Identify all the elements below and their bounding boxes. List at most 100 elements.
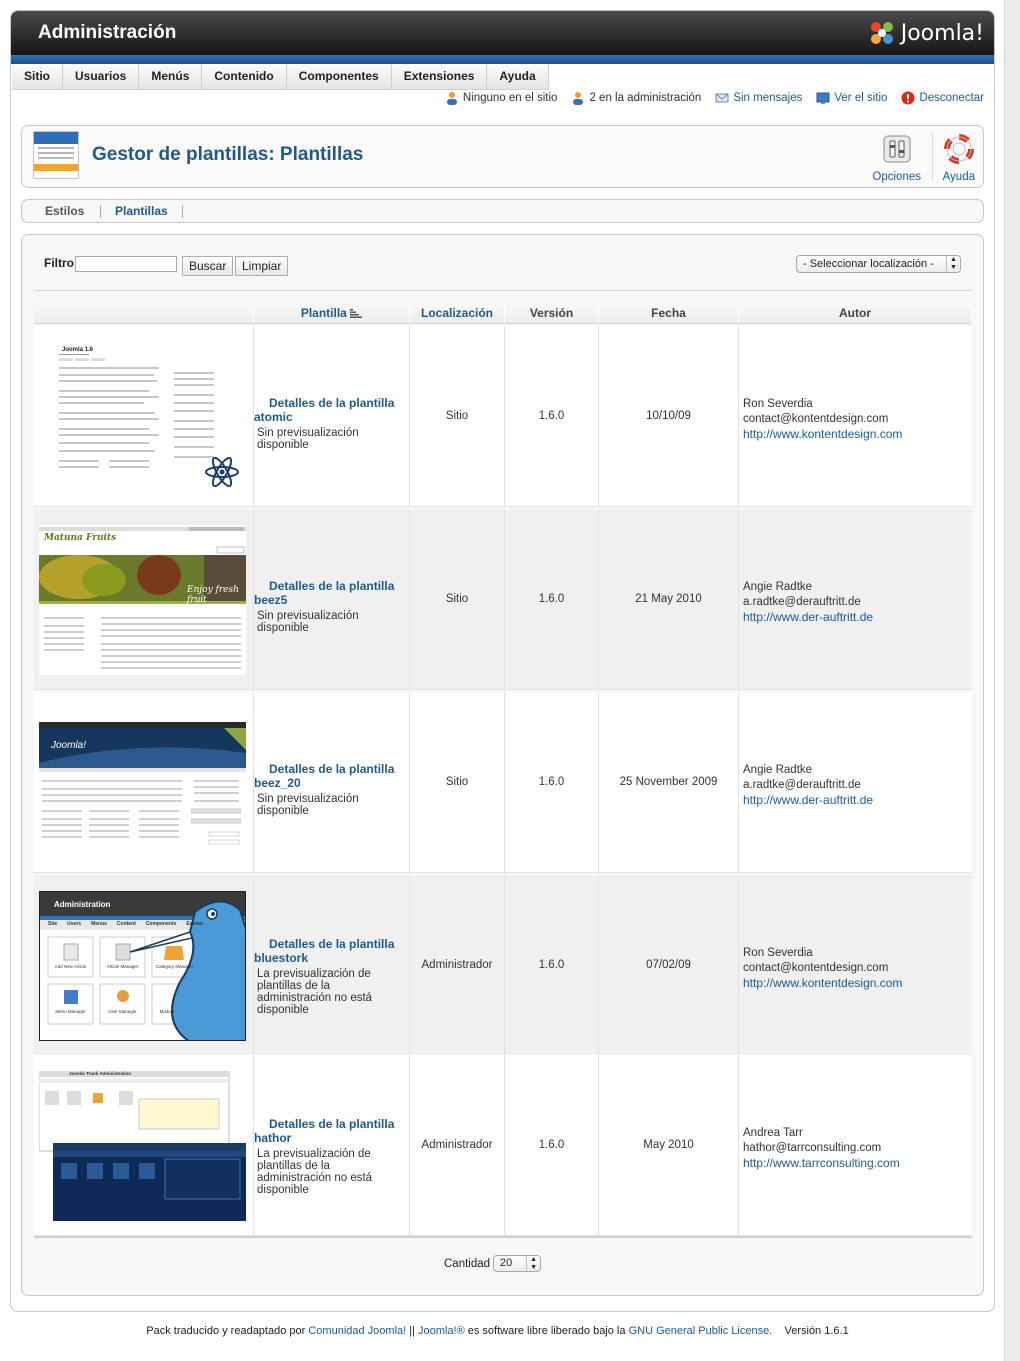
monitor-icon [816,92,830,104]
logo-text: Joomla! [900,20,984,46]
template-details-link[interactable]: Detalles de la plantilla atomic [254,396,409,424]
date-cell: 25 November 2009 [599,692,739,873]
menu-item-extensiones[interactable]: Extensiones [392,64,488,90]
th-template[interactable]: Plantilla [254,302,410,324]
menu-item-sitio[interactable]: Sitio [12,64,63,90]
template-thumbnail-beez20[interactable]: Joomla! [39,708,246,858]
joomla-logo[interactable]: Joomla! [867,18,984,48]
table-row: Administration Site Users Menus Content … [34,875,972,1056]
version-cell: 1.6.0 [505,875,599,1056]
page-title: Gestor de plantillas: Plantillas [92,144,364,165]
header-accent-bar [11,55,994,64]
date-text: 25 November 2009 [619,776,718,788]
menu-item-menus[interactable]: Menús [139,64,203,90]
template-thumbnail-beez5[interactable]: Matuna Fruits Enjoy fresh fruit [39,525,246,675]
thumb-atomic-title: Joomla 1.6 [62,347,94,353]
menu-item-componentes[interactable]: Componentes [287,64,392,90]
location-text: Sitio [445,410,469,422]
view-site-link[interactable]: Ver el sitio [816,91,887,105]
site-users-status: Ninguno en el sitio [445,91,557,105]
author-email: hathor@tarrconsulting.com [743,1142,882,1154]
thumb-beez5-tagline: Enjoy fresh fruit [187,585,239,605]
search-button[interactable]: Buscar [182,256,234,276]
tab-estilos[interactable]: Estilos [45,204,84,218]
thumb-icon-label: User Manager [108,1009,137,1014]
limit-value: 20 [500,1257,513,1269]
help-button[interactable]: Ayuda [943,134,975,183]
options-button[interactable]: Opciones [872,134,921,183]
menu-item-usuarios[interactable]: Usuarios [63,64,140,90]
author-name: Andrea Tarr [743,1127,803,1139]
tab-separator [182,205,183,218]
author-name: Ron Severdia [743,398,813,410]
author-name: Angie Radtke [743,764,813,776]
location-cell: Sitio [410,326,505,507]
template-details-link[interactable]: Detalles de la plantilla bluestork [254,937,409,965]
template-details: Detalles de la plantilla hathor La previ… [254,1117,409,1196]
table-row: Joomla 1.6 Detalles de la plantilla atom… [34,326,972,507]
thumb-icon-label: Module [159,1009,175,1014]
date-text: May 2010 [643,1139,694,1151]
author-url-link[interactable]: http://www.kontentdesign.com [743,427,902,441]
community-link[interactable]: Comunidad Joomla! [308,1325,406,1337]
author-cell: Angie Radtke a.radtke@derauftritt.de htt… [739,692,972,873]
template-details-link[interactable]: Detalles de la plantilla beez5 [254,579,409,607]
clear-button[interactable]: Limpiar [235,256,289,276]
details-prefix: Detalles de la plantilla [269,762,395,776]
location-select[interactable]: - Seleccionar localización - ▲ ▼ [796,255,961,273]
author-url-link[interactable]: http://www.der-auftritt.de [743,610,873,624]
filter-label: Filtro: [44,256,78,270]
thumb-cell: Administration Site Users Menus Content … [34,875,254,1056]
admin-users-status: 2 en la administración [571,91,701,105]
th-version[interactable]: Versión [505,302,599,324]
options-icon [883,135,911,163]
details-prefix: Detalles de la plantilla [269,937,395,951]
th-location[interactable]: Localización [410,302,505,324]
template-thumbnail-hathor[interactable]: Joomla Trunk Administration [39,1071,246,1221]
toolbar-separator [932,132,933,182]
author-url-link[interactable]: http://www.tarrconsulting.com [743,1156,900,1170]
template-cell: Detalles de la plantilla hathor La previ… [254,1055,410,1236]
location-text: Sitio [445,593,469,605]
thumb-cell: Joomla 1.6 [34,326,254,507]
menu-item-ayuda[interactable]: Ayuda [487,64,549,90]
templates-panel: Filtro: Buscar Limpiar - Seleccionar loc… [21,234,984,1296]
author-url-link[interactable]: http://www.der-auftritt.de [743,793,873,807]
author-email: a.radtke@derauftritt.de [743,596,861,608]
footer: Pack traducido y readaptado por Comunida… [0,1325,995,1337]
author-email: contact@kontentdesign.com [743,413,889,425]
template-details-link[interactable]: Detalles de la plantilla beez_20 [254,762,409,790]
th-date[interactable]: Fecha [599,302,739,324]
joomla-link[interactable]: Joomla!® [418,1325,465,1337]
version-text: 1.6.0 [538,959,565,971]
joomla-logo-icon [867,18,897,48]
filter-input[interactable] [75,256,177,272]
th-author[interactable]: Autor [739,302,972,324]
options-label: Opciones [872,171,921,183]
license-link[interactable]: GNU General Public License. [629,1325,773,1337]
preview-status: La previsualización de plantillas de la … [257,968,373,1016]
menu-item-contenido[interactable]: Contenido [202,64,287,90]
help-label: Ayuda [942,171,975,183]
author-email: a.radtke@derauftritt.de [743,779,861,791]
author-cell: Ron Severdia contact@kontentdesign.com h… [739,326,972,507]
template-thumbnail-bluestork[interactable]: Administration Site Users Menus Content … [39,891,246,1041]
thumb-cell: Joomla Trunk Administration [34,1055,254,1236]
table-footer-divider [34,1236,972,1238]
template-thumbnail-atomic[interactable]: Joomla 1.6 [39,342,246,492]
logout-link[interactable]: Desconectar [901,91,984,105]
select-arrows-icon: ▲ ▼ [946,256,960,272]
window-scrollbar[interactable] [1004,0,1020,1361]
thumb-menu-item: Extens [186,921,203,927]
th-thumbnail [34,302,254,324]
date-cell: 07/02/09 [599,875,739,1056]
author-url-link[interactable]: http://www.kontentdesign.com [743,976,902,990]
messages-link[interactable]: Sin mensajes [715,91,802,105]
tab-plantillas[interactable]: Plantillas [115,204,168,218]
footer-middle: es software libre liberado bajo la [467,1325,626,1337]
footer-prefix: Pack traducido y readaptado por [146,1325,306,1337]
author-info: Ron Severdia contact@kontentdesign.com h… [743,946,902,992]
limit-select[interactable]: 20 ▲ ▼ [493,1255,542,1272]
logout-icon [901,91,915,105]
template-details-link[interactable]: Detalles de la plantilla hathor [254,1117,409,1145]
